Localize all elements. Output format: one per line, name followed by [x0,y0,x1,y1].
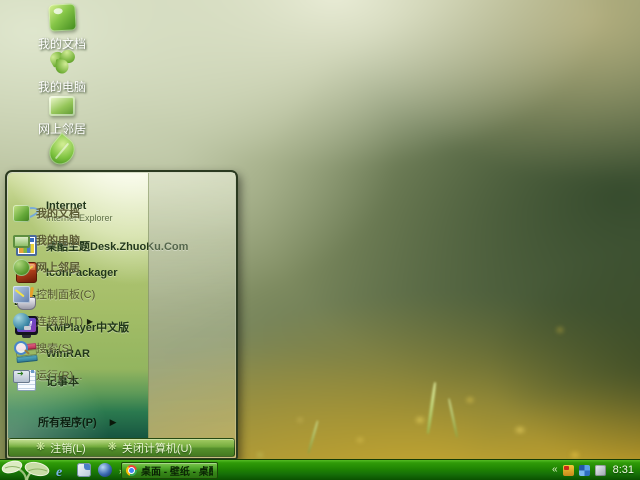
quick-launch-bar: e » [56,460,124,480]
shut-down-label: 关闭计算机(U) [121,442,193,455]
all-programs-button[interactable]: 所有程序(P) ▶ [8,409,148,435]
run-icon [13,369,30,383]
menu-item-connect-to[interactable]: 连接到(T) ▶ [13,309,93,333]
my-documents-icon [47,3,77,32]
chrome-icon [126,465,137,476]
tray-security-icon[interactable] [562,464,574,476]
task-button-label: 桌面 - 壁纸 - 桌酷... [141,467,213,478]
my-documents-icon [13,204,30,222]
chevron-right-icon: ▶ [86,316,93,326]
taskbar: e » 桌面 - 壁纸 - 桌酷... « 8:31 [0,459,640,480]
start-menu-right-column [148,173,235,438]
my-computer-icon [13,234,30,248]
menu-item-label: 我的电脑 [36,235,80,247]
log-off-button[interactable]: ❋ 注销(L) [36,440,86,456]
desktop-icon-recycle[interactable] [20,132,104,170]
internet-explorer-icon: e [56,465,63,480]
menu-item-label: 连接到(T) [36,316,84,328]
menu-item-label: 网上邻居 [36,262,80,274]
start-menu-footer: ❋ 注销(L) ❋ 关闭计算机(U) [8,438,235,457]
all-programs-label: 所有程序(P) [38,417,97,429]
recycle-leaf-icon [43,132,81,170]
tray-messenger-icon[interactable] [578,464,590,476]
desktop-icon-network-places[interactable]: 网上邻居 [20,96,104,136]
control-panel-icon [13,285,30,303]
media-player-icon[interactable] [98,463,112,477]
show-desktop-icon[interactable] [77,463,91,477]
desktop: 我的文档 我的电脑 网上邻居 e Internet Internet Explo… [0,0,640,480]
desktop-icon-my-computer[interactable]: 我的电脑 [20,47,104,94]
taskbar-task-button[interactable]: 桌面 - 壁纸 - 桌酷... [121,462,218,479]
menu-item-label: 控制面板(C) [36,289,96,301]
menu-item-network-places[interactable]: 网上邻居 [13,255,91,279]
desktop-icon-label: 我的电脑 [37,80,86,94]
chevron-right-icon: ▶ [109,416,117,427]
network-places-icon [13,258,30,276]
menu-item-my-documents[interactable]: 我的文档 [13,201,91,225]
flower-icon: ❋ [107,441,117,453]
menu-item-label: 运行(R)... [36,370,83,382]
start-menu: e Internet Internet Explorer 桌酷主题Desk.Zh… [5,170,238,460]
menu-item-label: 搜索(S) [36,343,73,355]
menu-item-search[interactable]: 搜索(S) [13,336,91,360]
menu-item-run[interactable]: 运行(R)... [13,363,91,387]
taskbar-clock: 8:31 [612,464,634,476]
menu-item-my-computer[interactable]: 我的电脑 [13,228,91,252]
tray-collapse-chevron[interactable]: « [552,461,558,479]
sprout-icon [1,460,50,480]
system-tray: « 8:31 [552,460,638,480]
my-computer-icon [47,47,77,75]
flower-icon: ❋ [36,441,46,453]
log-off-label: 注销(L) [50,442,86,455]
connect-to-icon [13,312,31,330]
menu-item-label: 我的文档 [36,208,80,220]
start-button[interactable] [0,460,54,480]
desktop-icon-my-documents[interactable]: 我的文档 [20,3,104,51]
search-icon [13,340,30,357]
menu-item-control-panel[interactable]: 控制面板(C) [13,282,95,306]
network-places-icon [49,96,75,116]
shut-down-button[interactable]: ❋ 关闭计算机(U) [108,440,193,456]
quick-launch-internet-explorer[interactable]: e [56,463,70,480]
tray-volume-icon[interactable] [594,464,606,476]
